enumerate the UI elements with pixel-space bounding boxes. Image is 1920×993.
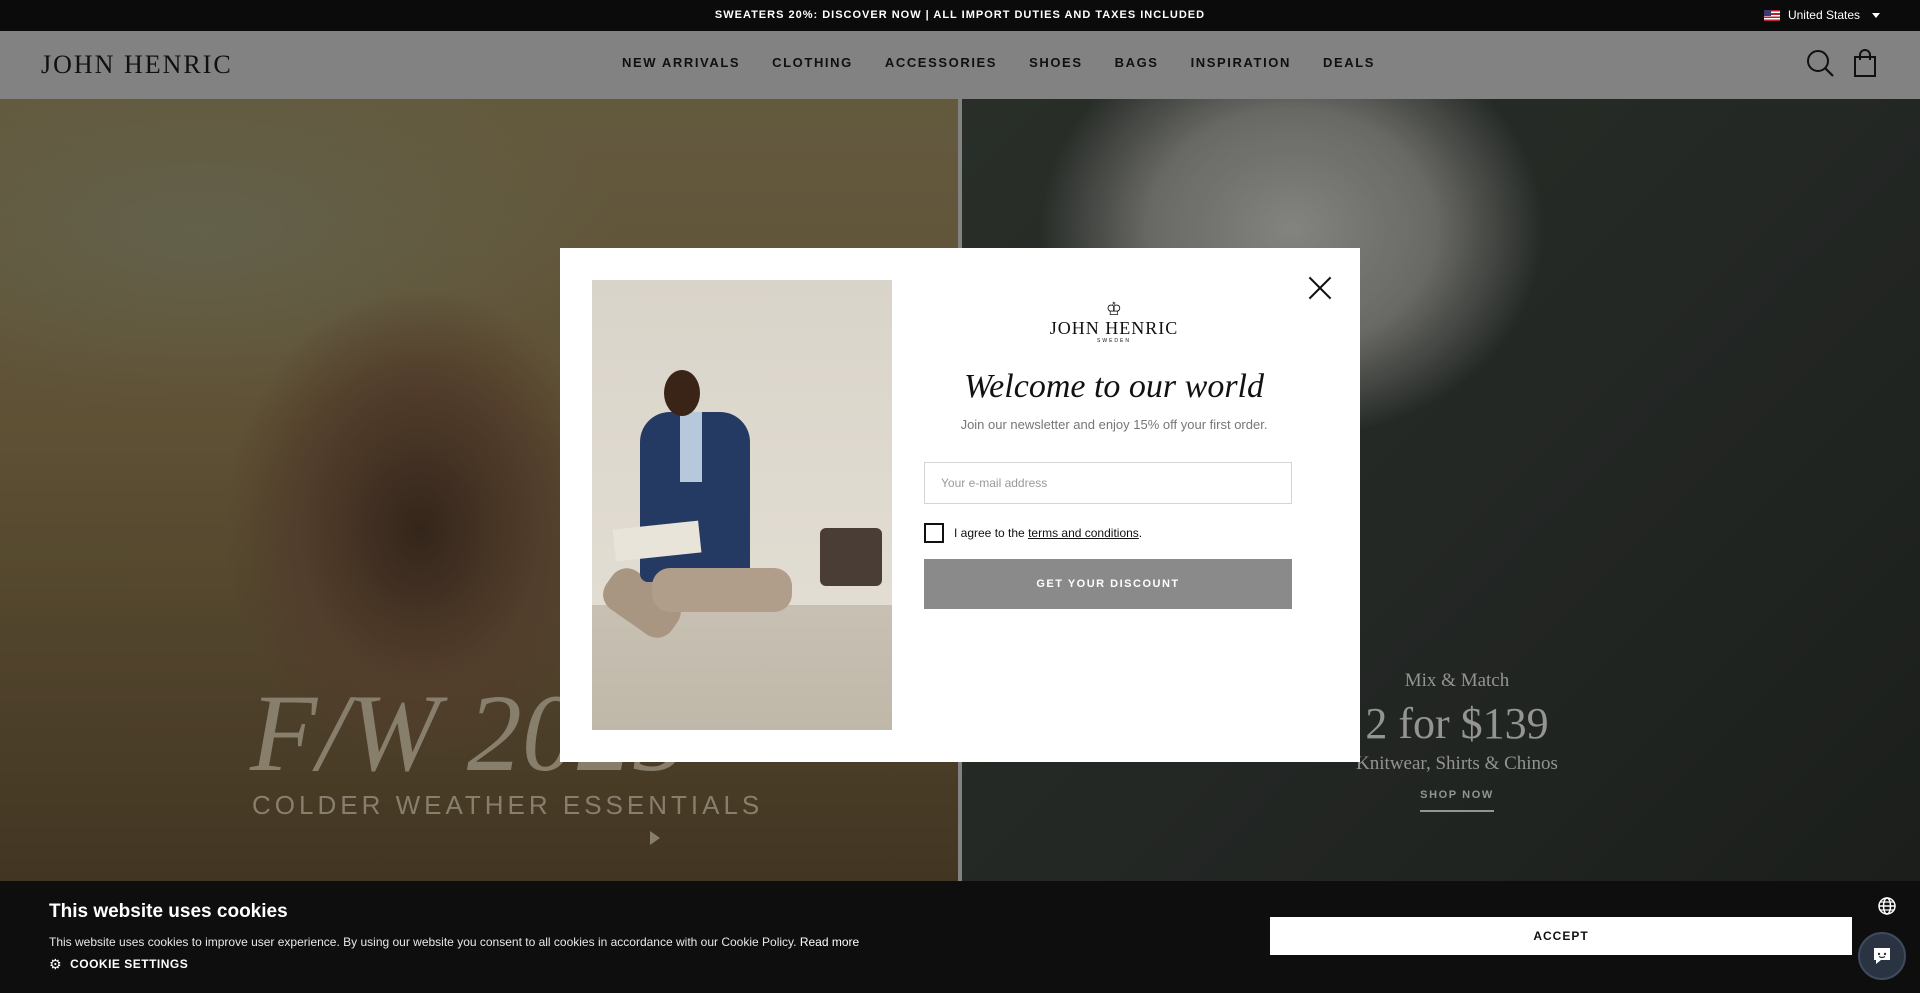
get-discount-button[interactable]: GET YOUR DISCOUNT xyxy=(924,559,1292,609)
terms-checkbox[interactable] xyxy=(924,523,944,543)
country-selector[interactable]: United States xyxy=(1763,8,1880,22)
accept-button[interactable]: ACCEPT xyxy=(1270,917,1852,955)
modal-logo: ♔ JOHN HENRIC SWEDEN xyxy=(1044,300,1184,344)
page: SWEATERS 20%: DISCOVER NOW | ALL IMPORT … xyxy=(0,0,1920,993)
modal-brand: JOHN HENRIC xyxy=(1049,318,1179,338)
chat-button[interactable] xyxy=(1858,932,1906,980)
close-icon[interactable] xyxy=(1307,275,1333,301)
chat-icon xyxy=(1874,948,1890,964)
cookie-text: This website uses cookies to improve use… xyxy=(49,935,860,949)
email-field[interactable] xyxy=(924,462,1292,504)
newsletter-modal: ♔ JOHN HENRIC SWEDEN Welcome to our worl… xyxy=(560,248,1360,762)
cookie-settings-button[interactable]: ⚙ COOKIE SETTINGS xyxy=(49,957,188,971)
country-label: United States xyxy=(1787,8,1860,22)
globe-icon[interactable] xyxy=(1877,896,1897,916)
modal-subheading: Join our newsletter and enjoy 15% off yo… xyxy=(960,417,1268,432)
terms-agreement: I agree to the terms and conditions. xyxy=(924,523,1142,543)
modal-heading: Welcome to our world xyxy=(963,368,1264,405)
terms-link[interactable]: terms and conditions xyxy=(1028,526,1139,540)
crest-icon: ♔ xyxy=(1105,299,1123,319)
chevron-down-icon xyxy=(1872,12,1880,18)
announcement-bar: SWEATERS 20%: DISCOVER NOW | ALL IMPORT … xyxy=(0,0,1920,31)
cookie-banner: This website uses cookies This website u… xyxy=(0,881,1920,993)
terms-text: I agree to the terms and conditions. xyxy=(954,526,1143,540)
cookie-settings-label: COOKIE SETTINGS xyxy=(70,957,189,971)
announcement-text[interactable]: SWEATERS 20%: DISCOVER NOW | ALL IMPORT … xyxy=(0,9,1920,21)
us-flag-icon xyxy=(1763,9,1780,21)
read-more-link[interactable]: Read more xyxy=(800,935,859,949)
cookie-title: This website uses cookies xyxy=(49,901,288,922)
modal-image xyxy=(592,280,892,730)
gear-icon: ⚙ xyxy=(49,956,63,972)
